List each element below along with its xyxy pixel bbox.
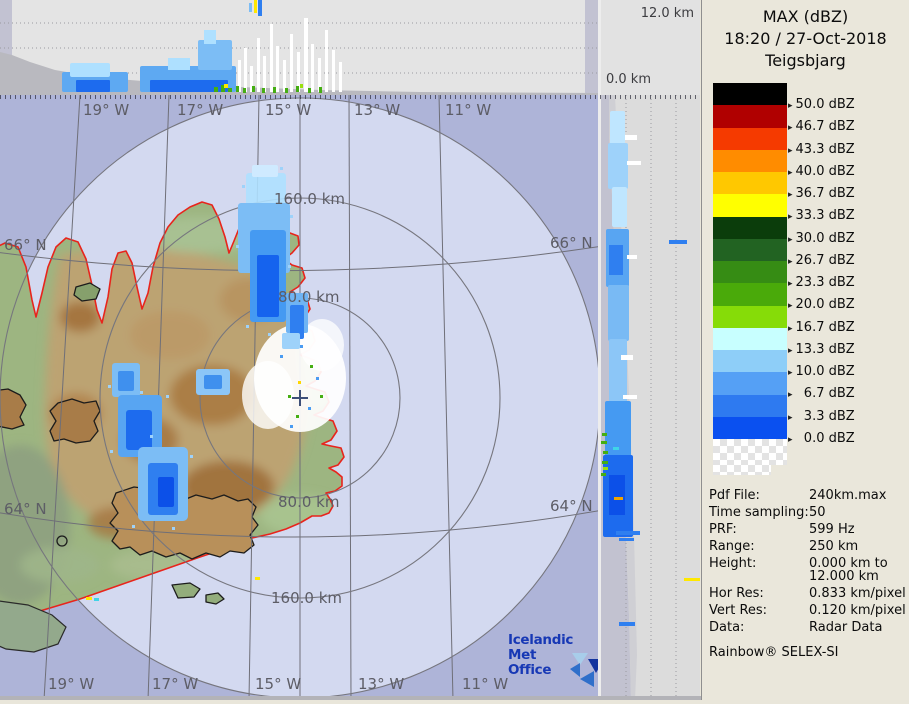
info-row: Data: Radar Data: [709, 621, 907, 634]
legend-arrow-icon: ▸: [788, 279, 793, 290]
legend-band: [713, 416, 787, 439]
info-value: 599 Hz: [809, 522, 855, 537]
legend-arrow-icon: ▸: [788, 167, 793, 178]
legend-arrow-icon: ▸: [788, 212, 793, 223]
legend-band: [713, 238, 787, 261]
legend-arrow-icon: ▸: [788, 434, 793, 445]
height-axis-block: 12.0 km 0.0 km: [601, 0, 700, 95]
info-value: 240km.max: [809, 488, 887, 503]
info-value: 0.120 km/pixel: [809, 603, 906, 618]
right-height-profile-panel: [601, 95, 700, 700]
distance-tick-ruler: [0, 95, 700, 99]
info-label: Range:: [709, 539, 755, 554]
legend-band: [713, 149, 787, 172]
scan-datetime: 18:20 / 27-Oct-2018: [724, 29, 887, 48]
legend-label: ▸ 26.7 dBZ: [788, 252, 855, 268]
sidebar: MAX (dBZ) 18:20 / 27-Oct-2018 Teigsbjarg…: [701, 0, 909, 700]
bottom-edge: [0, 696, 701, 700]
legend-label: ▸ 43.3 dBZ: [788, 141, 855, 157]
info-label: Vert Res:: [709, 603, 768, 618]
legend-label: ▸ 33.3 dBZ: [788, 208, 855, 224]
info-label: Time sampling:: [709, 505, 809, 520]
info-row: Height: 0.000 km to 12.000 km: [709, 557, 907, 583]
product-title: MAX (dBZ): [762, 7, 849, 26]
info-value: Radar Data: [809, 620, 883, 635]
info-value: 50: [809, 505, 826, 520]
info-row: Time sampling: 50: [709, 506, 907, 519]
legend-band: [713, 105, 787, 128]
legend-arrow-icon: ▸: [788, 101, 793, 112]
station-name: Teigsbjarg: [765, 51, 846, 70]
legend-band: [713, 305, 787, 328]
info-row: Pdf File: 240km.max: [709, 489, 907, 502]
legend-label: ▸ 10.0 dBZ: [788, 364, 855, 380]
legend-arrow-icon: ▸: [788, 323, 793, 334]
top-profile-graphic: [0, 0, 598, 95]
height-axis-min: 0.0 km: [606, 72, 651, 87]
legend-label: ▸ 0.0 dBZ: [788, 430, 855, 446]
legend-arrow-icon: ▸: [788, 345, 793, 356]
info-label: Height:: [709, 556, 757, 571]
height-marker: [684, 578, 700, 581]
legend-label: ▸ 40.0 dBZ: [788, 163, 855, 179]
info-label: Hor Res:: [709, 586, 764, 601]
legend-band: [713, 283, 787, 306]
info-label: Data:: [709, 620, 745, 635]
legend-band: [713, 261, 787, 284]
legend-band: [713, 127, 787, 150]
scan-info: Pdf File: 240km.max Time sampling: 50 PRF: 59…: [709, 489, 907, 638]
legend-label: ▸ 13.3 dBZ: [788, 341, 855, 357]
legend-transparent-band: [713, 439, 787, 465]
info-label: PRF:: [709, 522, 737, 537]
legend-band: [713, 372, 787, 395]
sidebar-header: MAX (dBZ) 18:20 / 27-Oct-2018 Teigsbjarg: [702, 6, 909, 72]
legend: ▸ 50.0 dBZ ▸ 46.7 dBZ ▸ 43.3 dBZ ▸ 40.0 dBZ ▸ 36.…: [702, 83, 909, 483]
legend-label: ▸ 50.0 dBZ: [788, 97, 855, 113]
legend-label: ▸ 6.7 dBZ: [788, 386, 855, 402]
legend-band: [713, 350, 787, 373]
legend-label: ▸ 36.7 dBZ: [788, 186, 855, 202]
legend-label: ▸ 20.0 dBZ: [788, 297, 855, 313]
legend-arrow-icon: ▸: [788, 368, 793, 379]
legend-band: [713, 194, 787, 217]
legend-label: ▸ 3.3 dBZ: [788, 408, 855, 424]
top-height-profile-panel: [0, 0, 598, 95]
software-brand: Rainbow® SELEX-SI: [709, 645, 839, 660]
right-profile-graphic: [601, 95, 700, 700]
legend-band: [713, 327, 787, 350]
info-value: 250 km: [809, 539, 859, 554]
met-office-logo: Icelandic Met Office: [508, 633, 604, 691]
legend-band: [713, 172, 787, 195]
legend-band: [713, 394, 787, 417]
info-rows: Pdf File: 240km.max Time sampling: 50 PRF: 59…: [709, 489, 907, 634]
legend-label: ▸ 23.3 dBZ: [788, 275, 855, 291]
radar-app-window: { "header": { "product": "MAX (dBZ)", "d…: [0, 0, 909, 701]
legend-label: ▸ 46.7 dBZ: [788, 119, 855, 135]
info-row: PRF: 599 Hz: [709, 523, 907, 536]
legend-label: ▸ 30.0 dBZ: [788, 230, 855, 246]
info-value: 0.833 km/pixel: [809, 586, 906, 601]
info-row: Hor Res: 0.833 km/pixel: [709, 587, 907, 600]
legend-transparent-band-small: [713, 465, 771, 475]
info-label: Pdf File:: [709, 488, 760, 503]
legend-band: [713, 216, 787, 239]
legend-arrow-icon: ▸: [788, 256, 793, 267]
legend-label: ▸ 16.7 dBZ: [788, 319, 855, 335]
legend-arrow-icon: ▸: [788, 412, 793, 423]
info-row: Range: 250 km: [709, 540, 907, 553]
radar-map: 19° W 17° W 15° W 13° W 11° W 19° W 17° …: [0, 94, 604, 701]
height-axis-max: 12.0 km: [640, 6, 694, 21]
legend-arrow-icon: ▸: [788, 390, 793, 401]
legend-arrow-icon: ▸: [788, 234, 793, 245]
legend-arrow-icon: ▸: [788, 301, 793, 312]
legend-arrow-icon: ▸: [788, 145, 793, 156]
legend-arrow-icon: ▸: [788, 123, 793, 134]
info-row: Vert Res: 0.120 km/pixel: [709, 604, 907, 617]
legend-bands: [713, 83, 787, 439]
legend-band: [713, 83, 787, 106]
legend-arrow-icon: ▸: [788, 190, 793, 201]
info-value: 0.000 km to 12.000 km: [809, 556, 888, 584]
map-graphic: [0, 94, 604, 701]
